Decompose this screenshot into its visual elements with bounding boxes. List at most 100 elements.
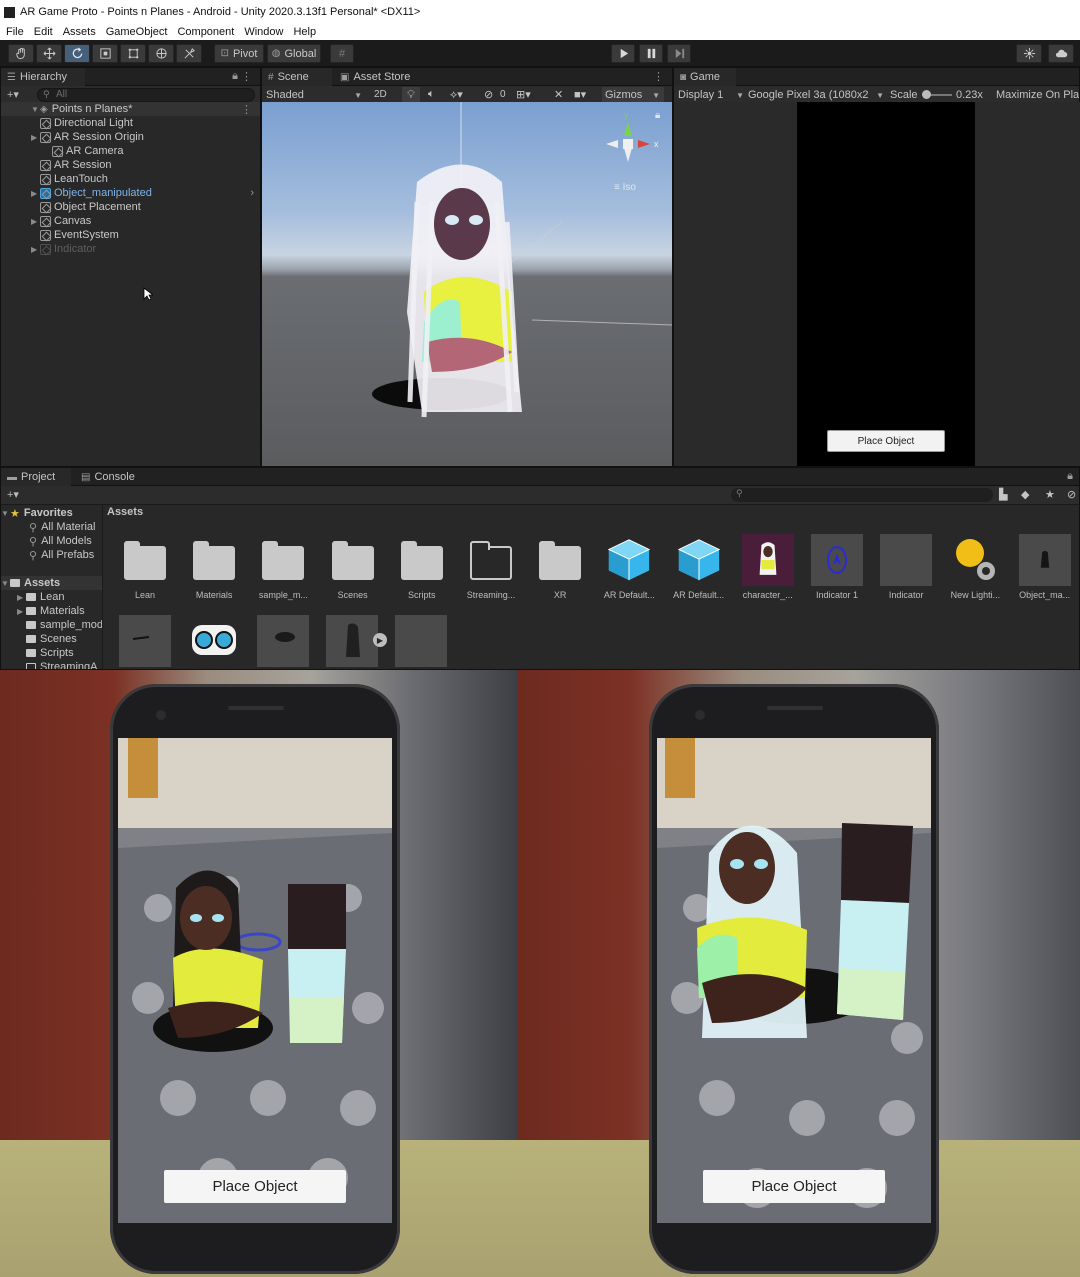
asset-item[interactable]: Lean bbox=[113, 534, 177, 600]
asset-item[interactable]: Indicator bbox=[874, 534, 938, 600]
kebab-menu-icon[interactable]: ⋮ bbox=[241, 70, 252, 83]
assets-tree-item[interactable]: ▶ Lean bbox=[17, 590, 64, 604]
assets-tree-item[interactable]: StreamingA bbox=[17, 660, 97, 669]
tab-hierarchy[interactable]: ☰ Hierarchy bbox=[1, 68, 85, 86]
menu-edit[interactable]: Edit bbox=[34, 26, 53, 38]
asset-thumb-blank[interactable] bbox=[395, 615, 447, 669]
grid-toggle-icon[interactable]: ⊞▾ bbox=[516, 88, 531, 101]
hierarchy-scene-root[interactable]: ▼ ◈ Points n Planes* ⋮ bbox=[1, 102, 260, 116]
place-object-button-right[interactable]: Place Object bbox=[703, 1170, 885, 1203]
tab-asset-store[interactable]: ▣ Asset Store bbox=[334, 68, 424, 86]
favorites-item[interactable]: ⚲ All Prefabs bbox=[29, 548, 94, 562]
menu-assets[interactable]: Assets bbox=[63, 26, 96, 38]
hierarchy-item[interactable]: Directional Light bbox=[1, 116, 260, 130]
tab-game[interactable]: ◙ Game bbox=[674, 68, 736, 86]
maximize-on-play-toggle[interactable]: Maximize On Pla bbox=[996, 89, 1079, 101]
grid-snap-icon[interactable]: # bbox=[330, 44, 354, 63]
toggle-2d[interactable]: 2D bbox=[374, 89, 387, 100]
scale-tool-icon[interactable] bbox=[92, 44, 118, 63]
tab-console[interactable]: ▤ Console bbox=[75, 468, 145, 486]
chevron-right-icon[interactable]: ▶ bbox=[31, 189, 40, 198]
tools-icon[interactable]: ✕ bbox=[554, 88, 563, 101]
tab-project[interactable]: ▬ Project bbox=[1, 468, 71, 486]
lighting-toggle-icon[interactable]: 💡︎ bbox=[402, 87, 420, 103]
hierarchy-item[interactable]: Object Placement bbox=[1, 200, 260, 214]
play-button[interactable] bbox=[611, 44, 635, 63]
projection-label[interactable]: ≡ Iso bbox=[614, 182, 636, 193]
resolution-dropdown[interactable]: Google Pixel 3a (1080x2 ▼ bbox=[748, 87, 884, 103]
asset-thumb-figure[interactable] bbox=[326, 615, 378, 669]
shading-mode-dropdown[interactable]: Shaded ▼ bbox=[264, 87, 366, 103]
rotate-tool-icon[interactable] bbox=[64, 44, 90, 63]
chevron-right-icon[interactable]: ▶ bbox=[31, 217, 40, 226]
hierarchy-item[interactable]: AR Session bbox=[1, 158, 260, 172]
scene-viewport[interactable]: y x ≡ Iso 🔒︎ bbox=[262, 102, 672, 466]
rect-tool-icon[interactable] bbox=[120, 44, 146, 63]
asset-thumb-small-model[interactable] bbox=[119, 615, 171, 669]
asset-item[interactable]: Scripts bbox=[390, 534, 454, 600]
filter-type-icon[interactable]: ▙ bbox=[999, 488, 1007, 501]
assets-root-row[interactable]: ▼ Assets bbox=[1, 576, 102, 590]
hierarchy-item[interactable]: LeanTouch bbox=[1, 172, 260, 186]
project-breadcrumb[interactable]: Assets bbox=[107, 506, 143, 518]
chevron-right-icon[interactable]: ▶ bbox=[17, 593, 26, 602]
asset-thumb-glasses[interactable] bbox=[257, 615, 309, 669]
hierarchy-item[interactable]: ▶ Object_manipulated › bbox=[1, 186, 260, 200]
asset-item[interactable]: AR Default... bbox=[597, 534, 661, 600]
hierarchy-item[interactable]: ▶ Canvas bbox=[1, 214, 260, 228]
asset-item[interactable]: AR Default... bbox=[667, 534, 731, 600]
character-model[interactable] bbox=[362, 162, 572, 422]
pause-button[interactable] bbox=[639, 44, 663, 63]
hierarchy-item[interactable]: ▶ Indicator bbox=[1, 242, 260, 256]
asset-item[interactable]: XR bbox=[528, 534, 592, 600]
menu-file[interactable]: File bbox=[6, 26, 24, 38]
scale-slider[interactable] bbox=[922, 90, 952, 99]
hierarchy-item[interactable]: EventSystem bbox=[1, 228, 260, 242]
gizmo-lock-icon[interactable]: 🔒︎ bbox=[655, 110, 660, 121]
filter-label-icon[interactable]: ◆ bbox=[1021, 488, 1029, 501]
hierarchy-search-input[interactable]: ⚲ All bbox=[37, 88, 255, 102]
custom-tool-icon[interactable] bbox=[176, 44, 202, 63]
menu-component[interactable]: Component bbox=[177, 26, 234, 38]
scene-kebab-icon[interactable]: ⋮ bbox=[653, 70, 664, 83]
game-place-object-button[interactable]: Place Object bbox=[827, 430, 945, 452]
hierarchy-item[interactable]: ▶ AR Session Origin bbox=[1, 130, 260, 144]
chevron-right-icon[interactable]: ▶ bbox=[17, 607, 26, 616]
hidden-objects-icon[interactable]: ⊘ bbox=[484, 88, 493, 101]
effects-toggle-icon[interactable]: ⟡▾ bbox=[450, 88, 463, 102]
asset-item[interactable]: Scenes bbox=[321, 534, 385, 600]
pivot-toggle[interactable]: ⊡ Pivot bbox=[214, 44, 264, 63]
expand-prefab-icon[interactable]: ▶ bbox=[373, 633, 387, 647]
assets-tree-item[interactable]: Scripts bbox=[17, 646, 74, 660]
asset-item[interactable]: Object_ma... bbox=[1013, 534, 1077, 600]
gizmos-dropdown[interactable]: Gizmos ▼ bbox=[602, 87, 664, 103]
chevron-down-icon[interactable]: ▼ bbox=[1, 509, 10, 518]
collab-icon[interactable] bbox=[1016, 44, 1042, 63]
favorite-star-icon[interactable]: ★ bbox=[1045, 488, 1055, 501]
lock-icon[interactable]: 🔒︎ bbox=[232, 70, 238, 83]
assets-tree-item[interactable]: sample_mod bbox=[17, 618, 103, 632]
favorites-item[interactable]: ⚲ All Models bbox=[29, 534, 92, 548]
chevron-right-icon[interactable]: › bbox=[250, 187, 254, 199]
scene-kebab-icon[interactable]: ⋮ bbox=[241, 103, 252, 116]
menu-help[interactable]: Help bbox=[293, 26, 316, 38]
assets-tree-item[interactable]: ▶ Materials bbox=[17, 604, 85, 618]
lock-icon[interactable]: 🔒︎ bbox=[1067, 470, 1073, 483]
tab-scene[interactable]: # Scene bbox=[262, 68, 332, 86]
chevron-down-icon[interactable]: ▼ bbox=[31, 105, 40, 114]
display-dropdown[interactable]: Display 1 ▼ bbox=[678, 87, 744, 103]
cloud-icon[interactable] bbox=[1048, 44, 1074, 63]
favorites-item[interactable]: ⚲ All Material bbox=[29, 520, 95, 534]
assets-tree-item[interactable]: Scenes bbox=[17, 632, 77, 646]
audio-toggle-icon[interactable]: 🔈︎ bbox=[428, 88, 435, 101]
hidden-packages-icon[interactable]: ⊘ bbox=[1067, 488, 1076, 501]
camera-icon[interactable]: ■▾ bbox=[574, 88, 586, 101]
global-toggle[interactable]: ◍ Global bbox=[267, 44, 321, 63]
move-tool-icon[interactable] bbox=[36, 44, 62, 63]
project-search-input[interactable]: ⚲ bbox=[731, 488, 993, 502]
create-icon[interactable]: +▾ bbox=[7, 488, 19, 501]
asset-item[interactable]: Streaming... bbox=[459, 534, 523, 600]
favorites-row[interactable]: ▼ ★ Favorites bbox=[1, 506, 73, 520]
vr-goggles-icon[interactable] bbox=[188, 615, 240, 669]
asset-item[interactable]: New Lighti... bbox=[943, 534, 1007, 600]
